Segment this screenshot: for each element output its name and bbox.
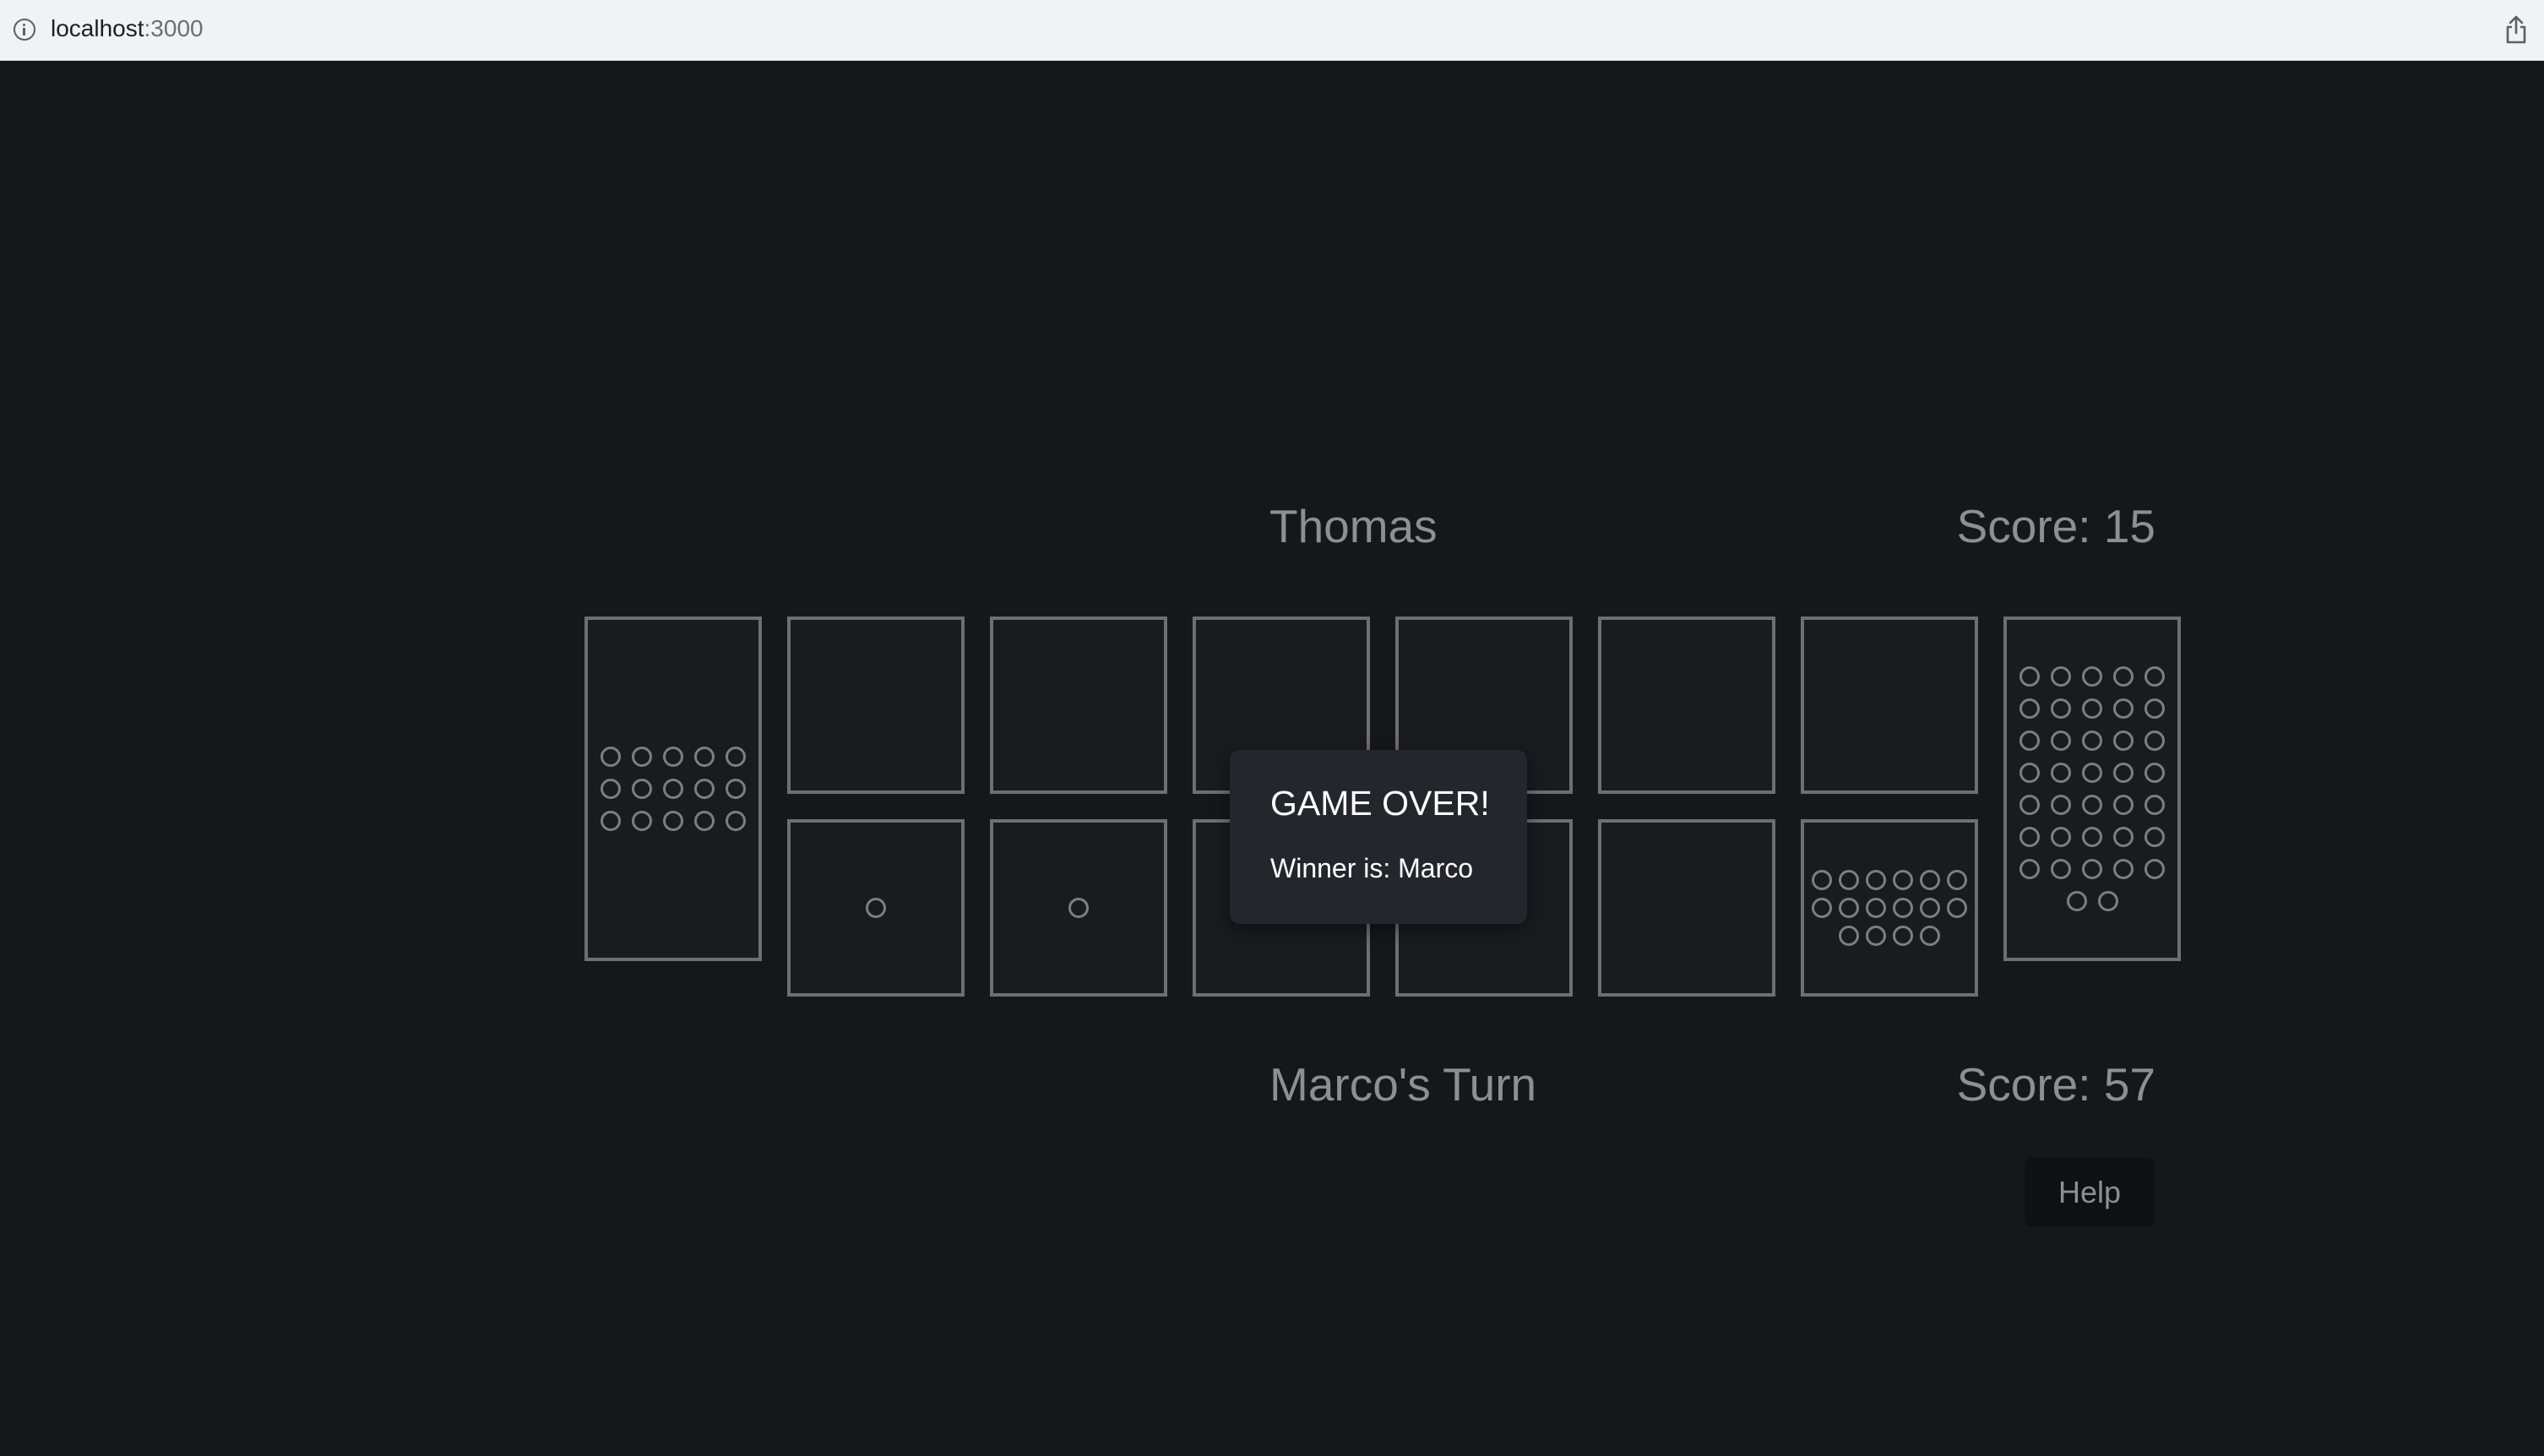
stone — [2082, 827, 2102, 847]
right-store — [2003, 617, 2181, 961]
stone — [2097, 891, 2118, 911]
stone — [2051, 666, 2071, 687]
bottom-pit[interactable] — [787, 819, 965, 997]
stone — [1893, 870, 1913, 890]
url-port: :3000 — [144, 15, 204, 41]
top-pit[interactable] — [787, 617, 965, 794]
url-host: localhost — [51, 15, 144, 41]
top-player-name: Thomas — [1269, 500, 1438, 552]
info-icon[interactable] — [14, 19, 35, 41]
stone — [2082, 731, 2102, 751]
browser-url-bar[interactable]: localhost:3000 — [0, 0, 2544, 61]
stone — [2019, 827, 2040, 847]
top-pit[interactable] — [1598, 617, 1775, 794]
stone — [2019, 859, 2040, 879]
stone — [2019, 698, 2040, 719]
stone — [2144, 859, 2165, 879]
stone — [1947, 898, 1967, 918]
stone — [1866, 926, 1886, 946]
stone — [2113, 859, 2134, 879]
stone — [694, 779, 715, 799]
stone — [632, 747, 652, 767]
stone — [2113, 698, 2134, 719]
stone — [2019, 666, 2040, 687]
bottom-pit[interactable] — [990, 819, 1167, 997]
game-over-modal: GAME OVER! Winner is: Marco — [1230, 750, 1527, 924]
winner-text: Winner is: Marco — [1270, 853, 1474, 883]
stone — [1893, 926, 1913, 946]
stone — [1920, 926, 1940, 946]
bottom-pit[interactable] — [1598, 819, 1775, 997]
help-button[interactable]: Help — [2025, 1158, 2155, 1227]
stone — [694, 747, 715, 767]
stone — [1812, 870, 1832, 890]
stone — [1839, 926, 1859, 946]
stone — [2144, 698, 2165, 719]
stone — [663, 779, 683, 799]
stone — [726, 811, 746, 831]
stone — [1920, 898, 1940, 918]
stone — [2113, 666, 2134, 687]
stone — [2019, 763, 2040, 783]
stone — [2066, 891, 2087, 911]
stone — [601, 779, 621, 799]
stone — [1068, 898, 1089, 918]
top-player-score: Score: 15 — [1956, 500, 2155, 552]
stone — [601, 747, 621, 767]
stone — [2051, 859, 2071, 879]
stone — [1947, 870, 1967, 890]
url-text[interactable]: localhost:3000 — [51, 14, 204, 44]
stone — [2144, 795, 2165, 815]
share-icon[interactable] — [2503, 14, 2529, 45]
top-pit[interactable] — [1801, 617, 1978, 794]
stone — [1839, 898, 1859, 918]
stone — [2051, 731, 2071, 751]
bottom-pit[interactable] — [1801, 819, 1978, 997]
stone — [663, 747, 683, 767]
stone — [1893, 898, 1913, 918]
stone — [2019, 795, 2040, 815]
stone — [2051, 827, 2071, 847]
stone — [2144, 666, 2165, 687]
top-pit[interactable] — [990, 617, 1167, 794]
left-store — [584, 617, 762, 961]
stone — [2082, 859, 2102, 879]
stone — [866, 898, 886, 918]
stone — [1812, 898, 1832, 918]
stone — [663, 811, 683, 831]
stone — [2113, 827, 2134, 847]
stone — [726, 747, 746, 767]
stone — [2051, 698, 2071, 719]
stone — [2144, 731, 2165, 751]
stone — [1920, 870, 1940, 890]
stone — [2082, 698, 2102, 719]
turn-indicator: Marco's Turn — [1269, 1058, 1537, 1111]
stone — [2113, 795, 2134, 815]
stone — [726, 779, 746, 799]
stone — [601, 811, 621, 831]
stone — [1839, 870, 1859, 890]
bottom-player-score: Score: 57 — [1956, 1058, 2155, 1111]
stone — [2051, 763, 2071, 783]
stone — [2082, 795, 2102, 815]
stone — [2051, 795, 2071, 815]
stone — [2082, 763, 2102, 783]
stone — [1866, 898, 1886, 918]
stone — [2144, 763, 2165, 783]
stone — [2082, 666, 2102, 687]
stone — [2019, 731, 2040, 751]
stone — [2113, 763, 2134, 783]
stone — [632, 811, 652, 831]
stone — [2144, 827, 2165, 847]
stone — [632, 779, 652, 799]
stone — [694, 811, 715, 831]
stone — [2113, 731, 2134, 751]
stone — [1866, 870, 1886, 890]
modal-title: GAME OVER! — [1270, 784, 1490, 823]
